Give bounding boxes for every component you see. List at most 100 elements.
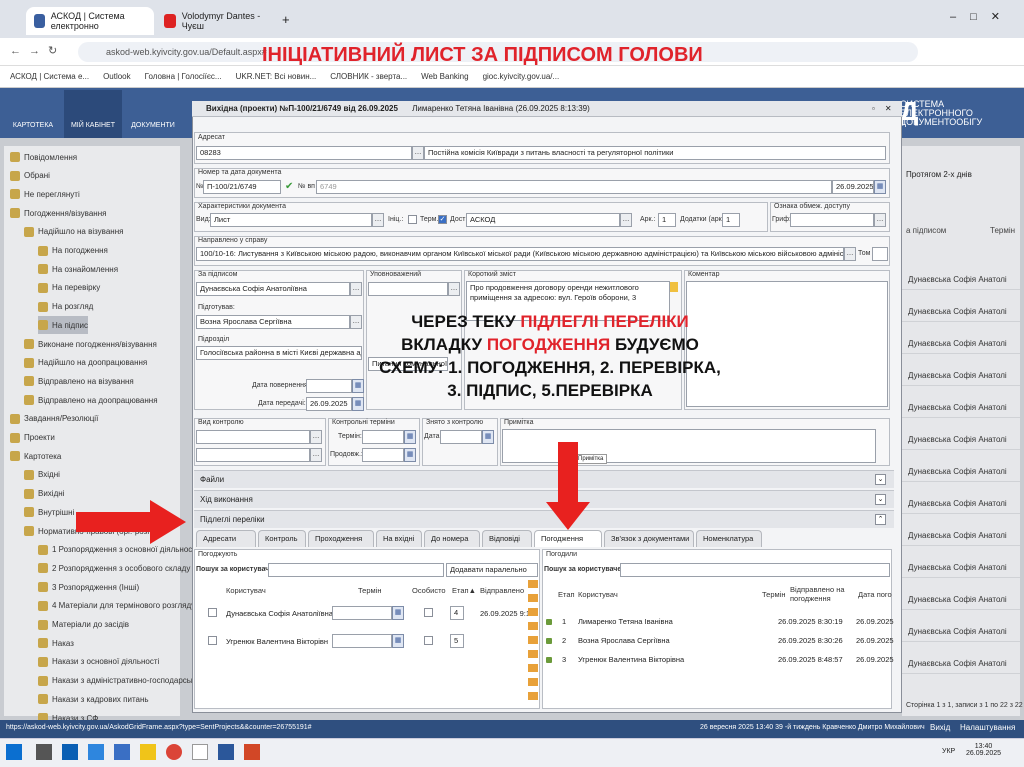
nav-cabinet-button[interactable]: МІЙ КАБІНЕТ: [64, 90, 122, 138]
period-filter[interactable]: Протягом 2-х днів: [906, 170, 972, 179]
number-input[interactable]: П-100/21/6749: [203, 180, 281, 194]
number-date-input[interactable]: 26.09.2025: [832, 180, 874, 194]
chevron-up-icon[interactable]: ⌃: [875, 514, 886, 525]
vyd-kontr-lookup-button-2[interactable]: …: [310, 448, 322, 462]
word-icon[interactable]: [218, 744, 234, 760]
dost-lookup-button[interactable]: …: [620, 213, 632, 227]
napr-lookup-button[interactable]: …: [844, 247, 856, 261]
list-item[interactable]: Дунаєвська Софія Анатолі: [902, 558, 1020, 578]
adresat-lookup-button[interactable]: …: [412, 146, 424, 160]
row-term-input[interactable]: [332, 634, 392, 648]
tab-8[interactable]: Номенклатура: [696, 530, 762, 547]
number-ext-input[interactable]: 6749: [316, 180, 832, 194]
add-mode-select[interactable]: Додавати паралельно: [446, 563, 538, 577]
bookmark-item[interactable]: АСКОД | Система е...: [10, 72, 89, 81]
list-item[interactable]: Дунаєвська Софія Анатолі: [902, 462, 1020, 482]
calendar-app-icon[interactable]: [88, 744, 104, 760]
dost-input[interactable]: АСКОД: [466, 213, 620, 227]
vyd-kontr-lookup-button[interactable]: …: [310, 430, 322, 444]
sidebar-item[interactable]: 2 Розпорядження з особового складу: [38, 559, 190, 577]
tab-5[interactable]: Відповіді: [482, 530, 532, 547]
chevron-down-icon[interactable]: ⌄: [875, 494, 886, 505]
sidebar-item[interactable]: На ознайомлення: [38, 260, 118, 278]
upov-lookup-button[interactable]: …: [448, 282, 460, 296]
adresat-code-input[interactable]: 08283: [196, 146, 412, 160]
row-checkbox[interactable]: [208, 636, 217, 645]
outlook-icon[interactable]: [62, 744, 78, 760]
sidebar-item[interactable]: Наказ: [38, 634, 74, 652]
bookmark-item[interactable]: gioc.kyivcity.gov.ua/...: [483, 72, 560, 81]
bookmark-item[interactable]: СЛОВНИК - зверта...: [330, 72, 407, 81]
sidebar-item[interactable]: Обрані: [10, 167, 50, 185]
tab-7[interactable]: Зв'язок з документами: [604, 530, 694, 547]
sidebar-item[interactable]: Завдання/Резолюції: [10, 410, 98, 428]
inits-checkbox[interactable]: [408, 215, 417, 224]
dialog-window-icons[interactable]: ▫✕: [872, 104, 902, 113]
pidpys-input[interactable]: Дунаєвська Софія Анатоліївна: [196, 282, 350, 296]
calendar-icon[interactable]: ▦: [874, 180, 886, 194]
bookmark-item[interactable]: Головна | Голосіїєс...: [145, 72, 222, 81]
calendar-icon[interactable]: ▦: [482, 430, 494, 444]
approvers-search-input[interactable]: [268, 563, 444, 577]
list-item[interactable]: Дунаєвська Софія Анатолі: [902, 590, 1020, 610]
new-tab-icon[interactable]: +: [282, 12, 290, 27]
grif-lookup-button[interactable]: …: [874, 213, 886, 227]
tom-input[interactable]: [872, 247, 888, 261]
list-item[interactable]: Дунаєвська Софія Анатолі: [902, 494, 1020, 514]
calendar-icon[interactable]: ▦: [392, 606, 404, 620]
document-icon[interactable]: [192, 744, 208, 760]
tab-6[interactable]: Погодження: [534, 530, 602, 547]
row-stage-input[interactable]: 5: [450, 634, 464, 648]
clock[interactable]: 13:40 26.09.2025: [966, 743, 1001, 757]
calendar-icon[interactable]: ▦: [404, 448, 416, 462]
sidebar-item[interactable]: Накази з кадрових питань: [38, 690, 149, 708]
tab-3[interactable]: На вхідні: [376, 530, 422, 547]
pidpys-lookup-button[interactable]: …: [350, 282, 362, 296]
sidebar-item[interactable]: Відправлено на візування: [24, 372, 134, 390]
list-item[interactable]: Дунаєвська Софія Анатолі: [902, 270, 1020, 290]
sidebar-item[interactable]: Виконане погодження/візування: [24, 335, 157, 353]
sidebar-item[interactable]: На перевірку: [38, 279, 100, 297]
powerpoint-icon[interactable]: [244, 744, 260, 760]
termin-input[interactable]: [362, 430, 404, 444]
sidebar-item[interactable]: 4 Матеріали для термінового розгляду: [38, 597, 195, 615]
list-item[interactable]: Дунаєвська Софія Анатолі: [902, 302, 1020, 322]
list-item[interactable]: Дунаєвська Софія Анатолі: [902, 334, 1020, 354]
list-item[interactable]: Дунаєвська Софія Анатолі: [902, 430, 1020, 450]
teams-icon[interactable]: [114, 744, 130, 760]
browser-tab-askod[interactable]: АСКОД | Система електронно: [26, 7, 154, 35]
prodovzh-input[interactable]: [362, 448, 404, 462]
folder-icon[interactable]: [140, 744, 156, 760]
bookmark-item[interactable]: UKR.NET: Всі новин...: [236, 72, 317, 81]
settings-button[interactable]: Налаштування: [960, 723, 1015, 732]
row-term-input[interactable]: [332, 606, 392, 620]
personal-checkbox[interactable]: [424, 608, 433, 617]
list-item[interactable]: Дунаєвська Софія Анатолі: [902, 654, 1020, 674]
window-controls-icon[interactable]: –□✕: [950, 10, 1014, 23]
tab-2[interactable]: Проходження: [308, 530, 374, 547]
calendar-icon[interactable]: ▦: [404, 430, 416, 444]
sidebar-item[interactable]: Повідомлення: [10, 148, 77, 166]
sidebar-item[interactable]: Матеріали до засідів: [38, 616, 129, 634]
personal-checkbox[interactable]: [424, 636, 433, 645]
dod-input[interactable]: 1: [722, 213, 740, 227]
browser-tab-dantes[interactable]: Volodymyr Dantes - Чуєш: [156, 7, 276, 35]
vyd-input[interactable]: Лист: [210, 213, 372, 227]
nav-kartoteka-button[interactable]: КАРТОТЕКА: [4, 90, 62, 138]
tab-0[interactable]: Адресати: [196, 530, 256, 547]
bookmark-item[interactable]: Outlook: [103, 72, 131, 81]
vyd-lookup-button[interactable]: …: [372, 213, 384, 227]
sidebar-item[interactable]: На розгляд: [38, 298, 93, 316]
sidebar-item[interactable]: На підпис: [38, 316, 89, 335]
grid-toolbar-icons[interactable]: [528, 580, 538, 700]
language-indicator[interactable]: УКР: [942, 748, 955, 755]
list-item[interactable]: Дунаєвська Софія Анатолі: [902, 622, 1020, 642]
list-item[interactable]: Дунаєвська Софія Анатолі: [902, 526, 1020, 546]
sidebar-item[interactable]: Надійшло на доопрацювання: [24, 354, 147, 372]
vyd-kontr-input-2[interactable]: [196, 448, 310, 462]
list-item[interactable]: Дунаєвська Софія Анатолі: [902, 398, 1020, 418]
ark-input[interactable]: 1: [658, 213, 676, 227]
sidebar-item[interactable]: Не переглянуті: [10, 185, 80, 203]
exit-button[interactable]: Вихід: [930, 723, 950, 732]
vyd-kontr-input[interactable]: [196, 430, 310, 444]
